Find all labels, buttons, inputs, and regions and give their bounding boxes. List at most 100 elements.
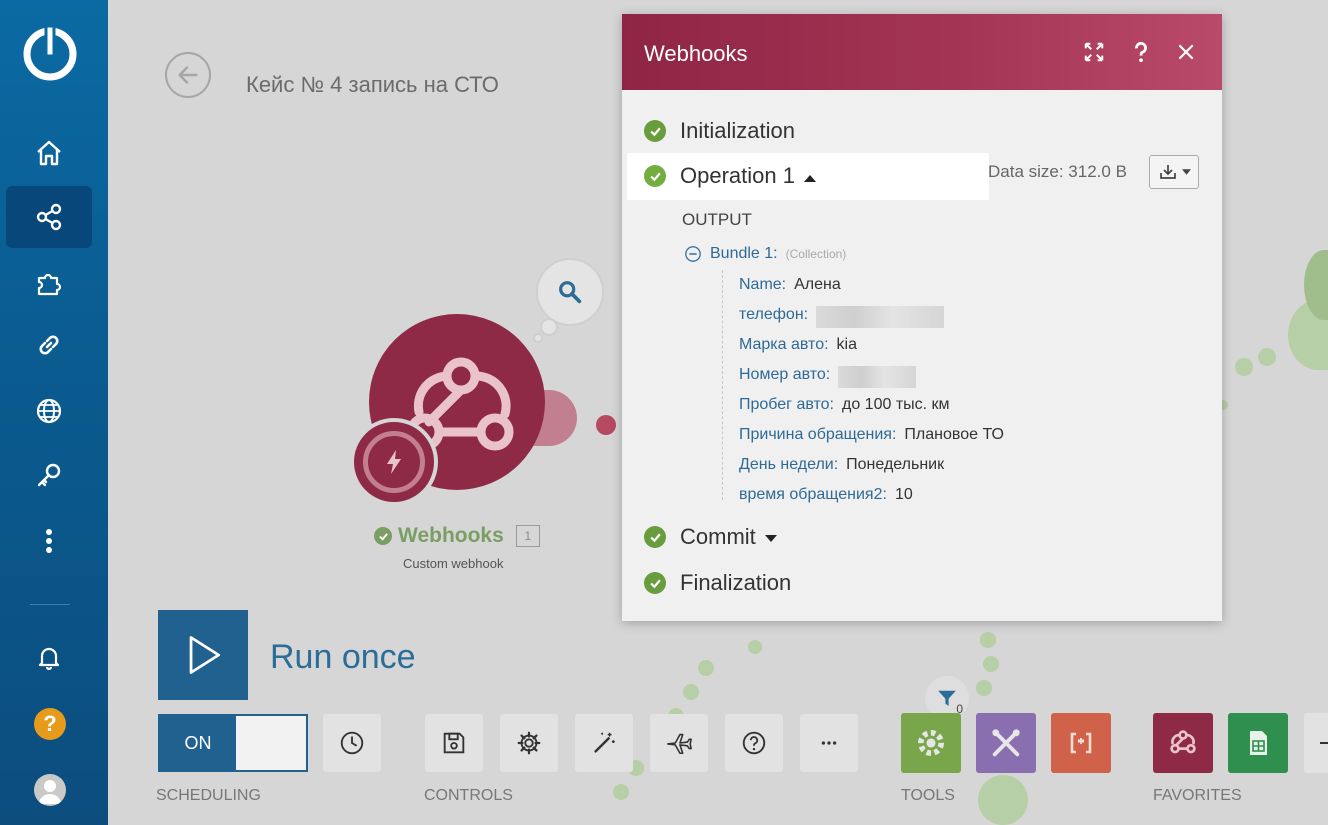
magic-wand-icon [594,732,615,753]
connection-dot [1235,358,1253,376]
bundle-1[interactable]: Bundle 1: (Collection) [684,245,846,263]
step-finalization[interactable]: Finalization [644,570,791,596]
field-row: Номер авто: [739,366,917,388]
field-row: телефон: [739,306,945,328]
plus-icon [1320,742,1328,744]
scenario-title[interactable]: Кейс № 4 запись на СТО [246,72,499,98]
field-value: Плановое ТО [904,426,1004,443]
puzzle-icon [37,273,62,296]
sidebar: ? [0,0,108,825]
connection-dot [683,684,699,700]
step-label: Operation 1 [680,163,795,188]
search-icon [559,281,582,304]
webhook-icon [1170,730,1196,754]
connection-dot [978,775,1028,825]
field-row: время обращения2: 10 [739,486,913,504]
data-size: Data size: 312.0 B [988,162,1127,181]
field-row: Марка авто: kia [739,336,857,354]
lightning-icon [387,450,401,474]
field-value: Понедельник [846,456,945,473]
field-value: 10 [894,486,913,503]
check-icon [644,526,666,548]
explain-flow-button[interactable] [650,714,708,772]
airplane-icon [667,733,692,755]
redacted-value [838,366,917,388]
instant-trigger-badge [350,418,438,506]
connection-dot [698,660,714,676]
download-bundle-button[interactable] [1149,155,1199,189]
caret-down-icon [1181,169,1191,175]
help-icon[interactable] [1129,40,1153,64]
tree-guide [722,270,724,500]
collapse-icon[interactable] [684,245,702,263]
module-subtitle: Custom webhook [403,556,504,571]
check-icon [374,527,392,545]
add-favorite-button[interactable] [1304,713,1328,773]
run-once-label[interactable]: Run once [270,638,416,677]
field-value: до 100 тыс. км [842,396,950,413]
field-row: Name: Алена [739,276,841,294]
close-icon[interactable] [1174,40,1198,64]
module-name: Webhooks [398,524,504,547]
run-once-button[interactable] [158,610,248,700]
sidebar-divider [30,604,70,605]
connection-dot [748,640,762,654]
caret-up-icon [803,163,817,189]
field-key: телефон: [739,306,809,323]
sidebar-item-home[interactable] [6,122,92,184]
avatar[interactable] [34,774,66,806]
sidebar-item-webhooks[interactable] [6,380,92,442]
globe-icon [36,398,62,424]
auto-align-button[interactable] [575,714,633,772]
step-operation-1[interactable]: Operation 1 [644,163,817,189]
brackets-icon [1070,732,1092,754]
favorite-webhooks-button[interactable] [1153,713,1213,773]
make-logo-icon[interactable] [22,24,78,82]
sidebar-item-notifications[interactable] [6,626,92,688]
field-key: Name: [739,276,787,293]
favorites-label: FAVORITES [1153,787,1242,804]
tools-label: TOOLS [901,787,955,804]
sidebar-item-more[interactable] [6,510,92,572]
scenario-settings-button[interactable] [500,714,558,772]
step-initialization[interactable]: Initialization [644,118,795,144]
scheduling-toggle[interactable]: ON [158,714,308,772]
tools-flow-control-button[interactable] [901,713,961,773]
schedule-settings-button[interactable] [323,714,381,772]
scheduling-label: SCHEDULING [156,787,261,804]
link-icon [39,335,59,355]
step-commit[interactable]: Commit [644,524,778,550]
more-options-button[interactable] [800,714,858,772]
field-key: время обращения2: [739,486,887,503]
panel-header: Webhooks [622,14,1222,90]
expand-icon[interactable] [1082,40,1106,64]
help-icon[interactable]: ? [34,708,66,740]
sidebar-item-scenarios[interactable] [6,186,92,248]
webhooks-module[interactable]: Webhooks 1 Custom webhook [348,310,588,571]
field-key: Номер авто: [739,366,831,383]
field-key: День недели: [739,456,839,473]
check-icon [644,120,666,142]
sidebar-item-templates[interactable] [6,252,92,314]
save-button[interactable] [425,714,483,772]
caret-down-icon [764,524,778,550]
bubble-tail [540,318,558,336]
toggle-on-label: ON [160,716,236,770]
gear-icon [517,731,541,755]
sidebar-item-keys[interactable] [6,444,92,506]
tools-utilities-button[interactable] [976,713,1036,773]
output-label: OUTPUT [682,210,752,229]
back-button[interactable] [165,52,211,98]
favorite-google-sheets-button[interactable] [1228,713,1288,773]
connection-dot [983,656,999,672]
panel-title: Webhooks [644,41,748,66]
help-button[interactable] [725,714,783,772]
module-run-count: 1 [515,525,540,547]
tools-array-button[interactable] [1051,713,1111,773]
connection-dot [980,632,996,648]
sidebar-item-connections[interactable] [6,314,92,376]
floppy-disk-icon [443,732,465,754]
inspect-bubble[interactable] [536,258,604,326]
controls-label: CONTROLS [424,787,513,804]
field-row: День недели: Понедельник [739,456,944,474]
